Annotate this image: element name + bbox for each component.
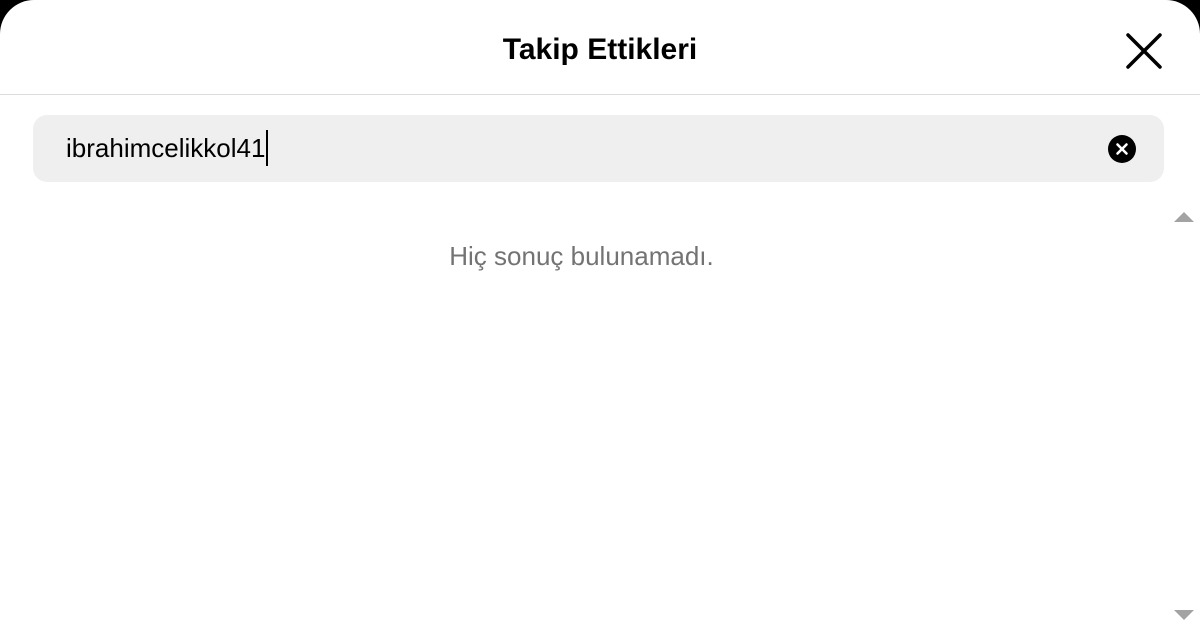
scroll-up-arrow-icon bbox=[1174, 212, 1194, 222]
clear-circle-icon bbox=[1108, 135, 1136, 163]
scrollbar[interactable] bbox=[1168, 205, 1200, 627]
dialog-header: Takip Ettikleri bbox=[0, 0, 1200, 95]
text-caret bbox=[266, 130, 269, 167]
search-input-value: ibrahimcelikkol41 bbox=[66, 133, 266, 163]
scroll-up-button[interactable] bbox=[1168, 205, 1200, 233]
close-button[interactable] bbox=[1118, 25, 1170, 77]
scroll-down-button[interactable] bbox=[1168, 599, 1200, 627]
search-bar[interactable]: ibrahimcelikkol41 bbox=[33, 115, 1164, 182]
search-input[interactable]: ibrahimcelikkol41 bbox=[66, 115, 269, 182]
scroll-down-arrow-icon bbox=[1174, 610, 1194, 620]
following-dialog: Takip Ettikleri ibrahimcelikkol41 Hiç so… bbox=[0, 0, 1200, 627]
dialog-title: Takip Ettikleri bbox=[502, 33, 698, 66]
no-results-message: Hiç sonuç bulunamadı. bbox=[449, 241, 714, 271]
close-icon bbox=[1126, 33, 1162, 69]
clear-search-button[interactable] bbox=[1107, 134, 1137, 164]
